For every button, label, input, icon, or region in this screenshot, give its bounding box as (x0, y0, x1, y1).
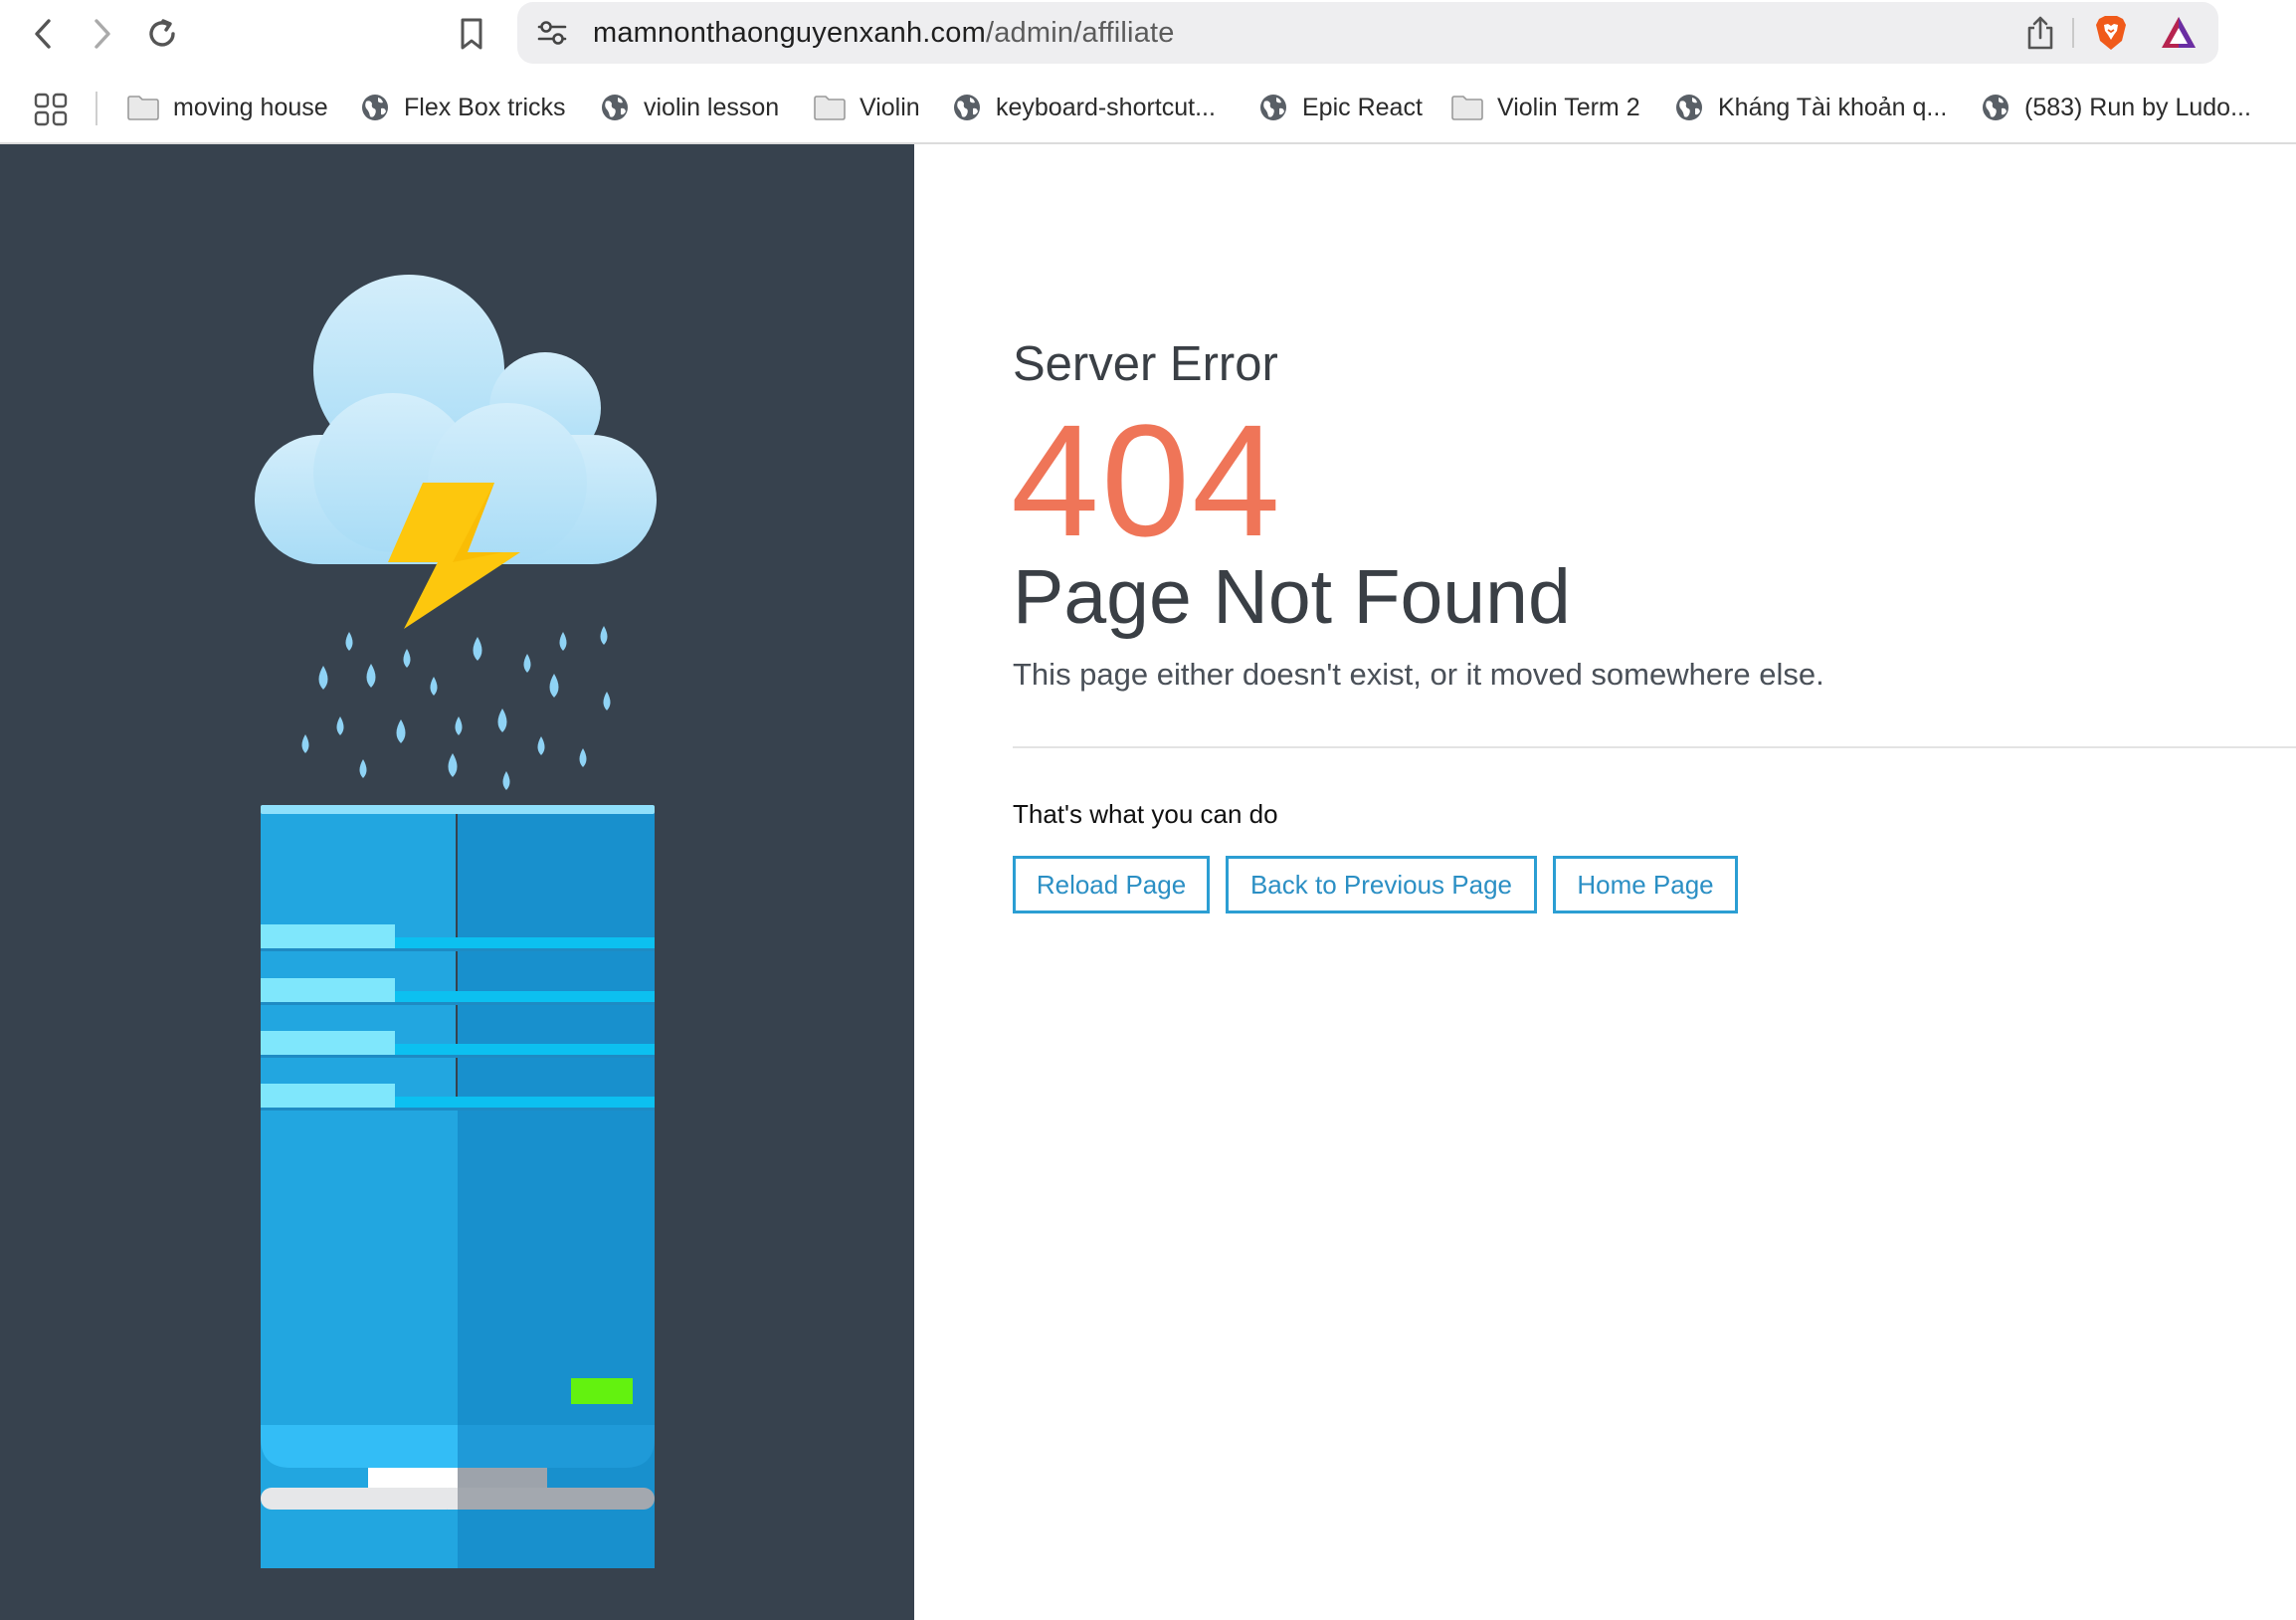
content-divider (1013, 746, 2296, 748)
reload-button[interactable] (136, 8, 188, 60)
globe-icon (362, 95, 388, 120)
bookmark-label: Kháng Tài khoản q... (1718, 93, 1948, 121)
folder-icon (127, 96, 159, 120)
error-code: 404 (1011, 391, 1282, 569)
reload-icon (149, 19, 175, 47)
bookmarks-separator (96, 92, 97, 125)
bookmark-label: moving house (173, 93, 328, 121)
reload-page-button[interactable]: Reload Page (1013, 856, 1210, 913)
brave-rewards-icon[interactable] (2159, 14, 2199, 52)
bookmark-item[interactable]: Flex Box tricks (360, 84, 566, 131)
bookmark-item[interactable]: moving house (127, 84, 328, 131)
bookmark-item[interactable]: (583) Run by Ludo... (1981, 84, 2251, 131)
back-button[interactable] (18, 8, 70, 60)
bookmark-label: keyboard-shortcut... (996, 93, 1216, 121)
forward-button[interactable] (76, 8, 127, 60)
actions-heading: That's what you can do (1013, 799, 1278, 829)
share-icon[interactable] (2022, 14, 2058, 52)
back-to-previous-page-button[interactable]: Back to Previous Page (1226, 856, 1537, 913)
back-icon (35, 19, 51, 49)
illustration-panel (0, 144, 914, 1620)
bookmark-item[interactable]: Epic React (1258, 84, 1423, 131)
globe-icon (1983, 95, 2009, 120)
browser-chrome: mamnonthaonguyenxanh.com/admin/affiliate (0, 0, 2296, 144)
address-bar[interactable]: mamnonthaonguyenxanh.com/admin/affiliate (517, 2, 2218, 64)
bookmark-label: (583) Run by Ludo... (2024, 93, 2251, 121)
forward-icon (95, 19, 110, 49)
bookmark-label: Epic React (1302, 93, 1423, 121)
bookmark-label: Violin Term 2 (1497, 93, 1640, 121)
home-page-button[interactable]: Home Page (1553, 856, 1738, 913)
url-text[interactable]: mamnonthaonguyenxanh.com/admin/affiliate (593, 2, 1175, 64)
status-led (571, 1378, 633, 1404)
address-bar-divider (2072, 18, 2074, 48)
bookmark-item[interactable]: violin lesson (600, 84, 779, 131)
folder-icon (814, 96, 846, 120)
globe-icon (602, 95, 628, 120)
bookmark-item[interactable]: Violin Term 2 (1451, 84, 1640, 131)
server-error-label: Server Error (1013, 337, 1278, 391)
bookmark-label: Flex Box tricks (404, 93, 566, 121)
folder-icon (1451, 96, 1483, 120)
site-settings-icon[interactable] (535, 16, 569, 50)
bookmark-item[interactable]: keyboard-shortcut... (952, 84, 1216, 131)
bookmark-item[interactable]: Kháng Tài khoản q... (1674, 84, 1947, 131)
page-title: Page Not Found (1013, 554, 1571, 640)
globe-icon (1260, 95, 1286, 120)
bookmark-page-button[interactable] (446, 8, 497, 60)
server-tower-icon (261, 805, 655, 1568)
brave-shields-icon[interactable] (2091, 13, 2131, 53)
globe-icon (1676, 95, 1702, 120)
url-host: mamnonthaonguyenxanh.com (593, 17, 986, 49)
globe-icon (954, 95, 980, 120)
rain-drops (301, 626, 611, 790)
server-storm-illustration (255, 275, 657, 1568)
apps-grid-icon[interactable] (34, 93, 68, 126)
bookmark-item[interactable]: Violin (814, 84, 920, 131)
url-path: /admin/affiliate (985, 17, 1175, 49)
bookmarks-bar: moving house Flex Box tricks violin less… (0, 84, 2296, 131)
bookmark-icon (461, 18, 482, 50)
bookmark-label: violin lesson (644, 93, 780, 121)
error-description: This page either doesn't exist, or it mo… (1013, 657, 1824, 692)
bookmark-label: Violin (860, 93, 920, 121)
